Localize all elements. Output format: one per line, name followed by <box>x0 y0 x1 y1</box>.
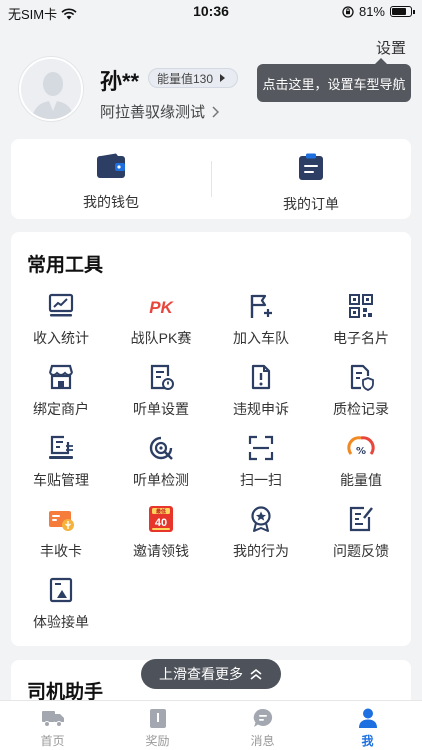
tool-invite-reward[interactable]: 最低 40 邀请领钱 <box>111 505 211 561</box>
tool-car-sticker[interactable]: 车贴管理 <box>11 434 111 490</box>
truck-icon <box>41 711 64 727</box>
energy-badge[interactable]: 能量值130 <box>148 68 239 88</box>
tab-home[interactable]: 首页 <box>0 707 105 749</box>
wallet-icon <box>97 153 125 178</box>
tool-e-card[interactable]: 电子名片 <box>311 292 411 348</box>
tool-my-behavior[interactable]: 我的行为 <box>211 505 311 561</box>
tools-card: 常用工具 收入统计 PK 战队PK赛 加入车队 电子名片 绑定商户 听单设置 违… <box>11 232 411 646</box>
qr-code-icon <box>349 294 373 318</box>
tool-violation-appeal[interactable]: 违规申诉 <box>211 363 311 419</box>
income-chart-icon <box>48 293 74 317</box>
tool-label: 体验接单 <box>33 614 89 630</box>
chevron-right-icon <box>212 105 220 118</box>
my-orders-label: 我的订单 <box>283 196 339 212</box>
tab-reward[interactable]: 奖励 <box>105 707 210 749</box>
harvest-card-icon <box>49 511 74 531</box>
settings-tooltip[interactable]: 点击这里，设置车型导航 <box>257 58 411 102</box>
tool-order-detect[interactable]: 听单检测 <box>111 434 211 490</box>
tool-quality-records[interactable]: 质检记录 <box>311 363 411 419</box>
pk-glyph: PK <box>149 298 174 317</box>
invite-badge-top: 最低 <box>156 508 166 515</box>
tool-label: 绑定商户 <box>33 401 89 417</box>
avatar[interactable] <box>19 57 83 121</box>
svg-text:%: % <box>356 446 366 457</box>
appeal-icon <box>251 364 271 390</box>
tool-scan[interactable]: 扫一扫 <box>211 434 311 490</box>
tool-label: 能量值 <box>340 472 382 488</box>
tool-label: 听单设置 <box>133 401 189 417</box>
order-settings-icon <box>150 364 174 390</box>
tool-harvest-card[interactable]: 丰收卡 <box>11 505 111 561</box>
tools-section-title: 常用工具 <box>27 255 104 276</box>
tab-reward-label: 奖励 <box>145 734 170 748</box>
tool-label: 我的行为 <box>233 543 289 559</box>
message-icon <box>253 708 272 727</box>
tool-label: 违规申诉 <box>233 401 289 417</box>
store-icon <box>48 364 74 390</box>
tool-label: 车贴管理 <box>33 472 89 488</box>
tab-home-label: 首页 <box>40 734 65 748</box>
scroll-more-hint[interactable]: 上滑查看更多 <box>141 659 281 689</box>
tool-label: 邀请领钱 <box>133 543 189 559</box>
battery-icon <box>390 6 415 17</box>
battery-percent: 81% <box>358 4 385 19</box>
tool-join-fleet[interactable]: 加入车队 <box>211 292 311 348</box>
reward-icon <box>149 709 166 728</box>
quality-check-icon <box>350 364 374 391</box>
tool-trial-order[interactable]: 体验接单 <box>11 576 111 632</box>
avatar-person-icon <box>21 59 81 119</box>
my-wallet-label: 我的钱包 <box>83 194 139 210</box>
trial-order-icon <box>49 577 73 603</box>
tool-label: 收入统计 <box>33 330 89 346</box>
scan-icon <box>248 435 274 461</box>
wallet-orders-card: 我的钱包 我的订单 <box>11 139 411 219</box>
caret-right-icon <box>220 74 226 82</box>
energy-badge-label: 能量值130 <box>157 71 214 86</box>
my-wallet-button[interactable]: 我的钱包 <box>11 153 211 212</box>
tool-label: 加入车队 <box>233 330 289 346</box>
tool-label: 质检记录 <box>333 401 389 417</box>
order-icon <box>299 153 323 180</box>
scroll-hint-label: 上滑查看更多 <box>159 666 243 682</box>
company-name: 阿拉善驭缘测试 <box>100 104 206 121</box>
bottom-tab-bar: 首页 奖励 消息 我 <box>0 700 422 750</box>
energy-gauge-icon: % <box>347 436 375 457</box>
flag-plus-icon <box>250 294 272 318</box>
double-chevron-up-icon <box>250 668 262 680</box>
tool-label: 问题反馈 <box>333 543 389 559</box>
tool-bind-merchant[interactable]: 绑定商户 <box>11 363 111 419</box>
company-link[interactable]: 阿拉善驭缘测试 <box>100 101 220 122</box>
detect-icon <box>149 436 173 460</box>
tab-me-label: 我 <box>361 734 374 748</box>
feedback-icon <box>349 506 373 532</box>
tool-feedback[interactable]: 问题反馈 <box>311 505 411 561</box>
tool-energy-value[interactable]: % 能量值 <box>311 434 411 490</box>
behavior-medal-icon <box>251 506 271 532</box>
settings-link[interactable]: 设置 <box>376 37 406 58</box>
tab-messages[interactable]: 消息 <box>210 707 315 749</box>
tab-me[interactable]: 我 <box>315 707 420 749</box>
tool-label: 听单检测 <box>133 472 189 488</box>
tab-messages-label: 消息 <box>250 734 275 748</box>
tool-label: 丰收卡 <box>40 543 82 559</box>
tool-label: 战队PK赛 <box>130 330 192 346</box>
invite-badge-num: 40 <box>155 517 167 529</box>
orientation-lock-icon <box>342 5 354 18</box>
tool-income-stats[interactable]: 收入统计 <box>11 292 111 348</box>
invite-red-packet-icon: 最低 40 <box>149 506 173 532</box>
status-bar: 无SIM卡 10:36 81% <box>0 0 422 24</box>
username: 孙** <box>100 69 140 94</box>
car-sticker-icon <box>49 435 73 459</box>
my-orders-button[interactable]: 我的订单 <box>211 153 411 214</box>
pk-icon: PK <box>149 298 174 317</box>
tool-label: 电子名片 <box>333 330 389 346</box>
tool-order-settings[interactable]: 听单设置 <box>111 363 211 419</box>
tool-label: 扫一扫 <box>240 472 282 488</box>
tool-team-pk[interactable]: PK 战队PK赛 <box>111 292 211 348</box>
person-icon <box>358 708 377 728</box>
